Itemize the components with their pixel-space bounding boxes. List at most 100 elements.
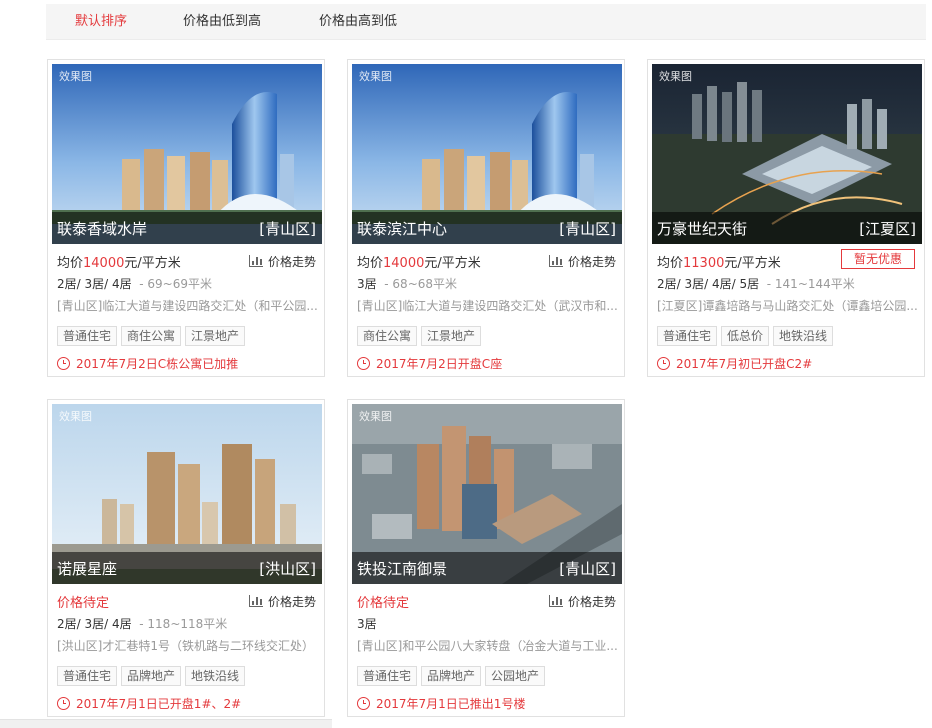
price-trend-label: 价格走势 xyxy=(567,255,616,269)
listing-district: [洪山区] xyxy=(259,560,316,578)
effect-image-label: 效果图 xyxy=(59,410,92,423)
photo-caption: 联泰香域水岸 [青山区] xyxy=(52,212,322,244)
listing-card[interactable]: 效果图 诺展星座 [洪山区] 价格待定 价格走势 2居/ 3居/ 4居 - 11… xyxy=(47,399,325,717)
sale-status: 2017年7月初已开盘C2# xyxy=(657,355,812,372)
listing-district: [青山区] xyxy=(259,220,316,238)
listing-district: [江夏区] xyxy=(859,220,916,238)
sale-status: 2017年7月2日开盘C座 xyxy=(357,355,502,372)
price-pending: 价格待定 xyxy=(357,596,410,611)
price-unit: 元/平方米 xyxy=(124,256,181,271)
price-line: 均价14000元/平方米 xyxy=(357,252,481,271)
clock-icon xyxy=(357,697,370,710)
status-text: 2017年7月1日已开盘1#、2# xyxy=(76,697,242,711)
rooms-text: 3居 xyxy=(357,277,377,291)
bar-chart-icon xyxy=(548,255,563,267)
price-prefix: 均价 xyxy=(357,256,384,271)
clock-icon xyxy=(657,357,670,370)
tag-list: 普通住宅 品牌地产 公园地产 xyxy=(357,665,549,686)
price-prefix: 均价 xyxy=(657,256,684,271)
feature-tag: 地铁沿线 xyxy=(185,666,246,686)
listing-card[interactable]: 效果图 联泰滨江中心 [青山区] 均价14000元/平方米 价格走势 3居 - … xyxy=(347,59,625,377)
area-text: - 118~118平米 xyxy=(139,617,228,631)
sort-default[interactable]: 默认排序 xyxy=(75,4,127,39)
listing-address: [青山区]临江大道与建设四路交汇处（武汉市和... xyxy=(357,299,618,313)
effect-image-label: 效果图 xyxy=(359,70,392,83)
room-types: 3居 - 68~68平米 xyxy=(357,275,457,292)
listing-address: [江夏区]谭鑫培路与马山路交汇处（谭鑫培公园... xyxy=(657,299,918,313)
listing-photo[interactable]: 效果图 联泰滨江中心 [青山区] xyxy=(352,64,622,244)
price-trend-label: 价格走势 xyxy=(567,595,616,609)
listing-address: [青山区]临江大道与建设四路交汇处（和平公园... xyxy=(57,299,318,313)
feature-tag: 品牌地产 xyxy=(121,666,182,686)
price-line: 价格待定 xyxy=(57,592,109,611)
promo-button[interactable]: 暂无优惠 xyxy=(841,249,915,269)
clock-icon xyxy=(357,357,370,370)
listing-address: [青山区]和平公园八大家转盘（冶金大道与工业... xyxy=(357,639,618,653)
status-text: 2017年7月2日开盘C座 xyxy=(376,357,503,371)
feature-tag: 商住公寓 xyxy=(357,326,418,346)
price-trend-label: 价格走势 xyxy=(267,595,316,609)
price-line: 均价14000元/平方米 xyxy=(57,252,181,271)
feature-tag: 品牌地产 xyxy=(421,666,482,686)
feature-tag: 地铁沿线 xyxy=(773,326,834,346)
tag-list: 普通住宅 品牌地产 地铁沿线 xyxy=(57,665,249,686)
room-types: 2居/ 3居/ 4居 - 69~69平米 xyxy=(57,275,212,292)
feature-tag: 普通住宅 xyxy=(357,666,418,686)
listing-name[interactable]: 联泰滨江中心 xyxy=(357,218,447,239)
tag-list: 普通住宅 低总价 地铁沿线 xyxy=(657,325,837,346)
sale-status: 2017年7月1日已推出1号楼 xyxy=(357,695,525,712)
photo-caption: 诺展星座 [洪山区] xyxy=(52,552,322,584)
price-trend-link[interactable]: 价格走势 xyxy=(548,253,616,270)
effect-image-label: 效果图 xyxy=(659,70,692,83)
area-text: - 68~68平米 xyxy=(384,277,458,291)
price-line: 价格待定 xyxy=(357,592,409,611)
price-trend-link[interactable]: 价格走势 xyxy=(248,253,316,270)
feature-tag: 江景地产 xyxy=(185,326,246,346)
clock-icon xyxy=(57,357,70,370)
listing-photo[interactable]: 效果图 铁投江南御景 [青山区] xyxy=(352,404,622,584)
feature-tag: 普通住宅 xyxy=(57,666,118,686)
room-types: 3居 xyxy=(357,615,377,632)
feature-tag: 普通住宅 xyxy=(657,326,718,346)
price-trend-link[interactable]: 价格走势 xyxy=(548,593,616,610)
status-text: 2017年7月2日C栋公寓已加推 xyxy=(76,357,239,371)
sort-price-asc[interactable]: 价格由低到高 xyxy=(183,4,261,39)
bar-chart-icon xyxy=(248,255,263,267)
price-prefix: 均价 xyxy=(57,256,84,271)
status-text: 2017年7月1日已推出1号楼 xyxy=(376,697,526,711)
feature-tag: 商住公寓 xyxy=(121,326,182,346)
price-trend-label: 价格走势 xyxy=(267,255,316,269)
bar-chart-icon xyxy=(248,595,263,607)
room-types: 2居/ 3居/ 4居 - 118~118平米 xyxy=(57,615,227,632)
feature-tag: 低总价 xyxy=(721,326,770,346)
listing-card[interactable]: 效果图 联泰香域水岸 [青山区] 均价14000元/平方米 价格走势 2居/ 3… xyxy=(47,59,325,377)
listing-card[interactable]: 效果图 铁投江南御景 [青山区] 价格待定 价格走势 3居 [青山区]和平公园八… xyxy=(347,399,625,717)
listing-photo[interactable]: 效果图 联泰香域水岸 [青山区] xyxy=(52,64,322,244)
effect-image-label: 效果图 xyxy=(359,410,392,423)
rooms-text: 2居/ 3居/ 4居 xyxy=(57,617,132,631)
listing-name[interactable]: 诺展星座 xyxy=(57,558,117,579)
price-unit: 元/平方米 xyxy=(424,256,481,271)
listing-name[interactable]: 万豪世纪天街 xyxy=(657,218,747,239)
listing-photo[interactable]: 效果图 诺展星座 [洪山区] xyxy=(52,404,322,584)
listing-name[interactable]: 铁投江南御景 xyxy=(357,558,447,579)
feature-tag: 江景地产 xyxy=(421,326,482,346)
price-trend-link[interactable]: 价格走势 xyxy=(248,593,316,610)
sale-status: 2017年7月1日已开盘1#、2# xyxy=(57,695,241,712)
price-value: 14000 xyxy=(383,256,425,271)
price-line: 均价11300元/平方米 xyxy=(657,252,781,271)
listing-card[interactable]: 效果图 万豪世纪天街 [江夏区] 均价11300元/平方米 暂无优惠 2居/ 3… xyxy=(647,59,925,377)
tag-list: 商住公寓 江景地产 xyxy=(357,325,485,346)
price-pending: 价格待定 xyxy=(57,596,110,611)
bar-chart-icon xyxy=(548,595,563,607)
listing-address: [洪山区]才汇巷特1号（铁机路与二环线交汇处） xyxy=(57,639,314,653)
feature-tag: 普通住宅 xyxy=(57,326,118,346)
photo-caption: 万豪世纪天街 [江夏区] xyxy=(652,212,922,244)
price-unit: 元/平方米 xyxy=(724,256,781,271)
listing-photo[interactable]: 效果图 万豪世纪天街 [江夏区] xyxy=(652,64,922,244)
sort-price-desc[interactable]: 价格由高到低 xyxy=(319,4,397,39)
sale-status: 2017年7月2日C栋公寓已加推 xyxy=(57,355,238,372)
listing-district: [青山区] xyxy=(559,220,616,238)
listing-name[interactable]: 联泰香域水岸 xyxy=(57,218,147,239)
rooms-text: 3居 xyxy=(357,617,377,631)
